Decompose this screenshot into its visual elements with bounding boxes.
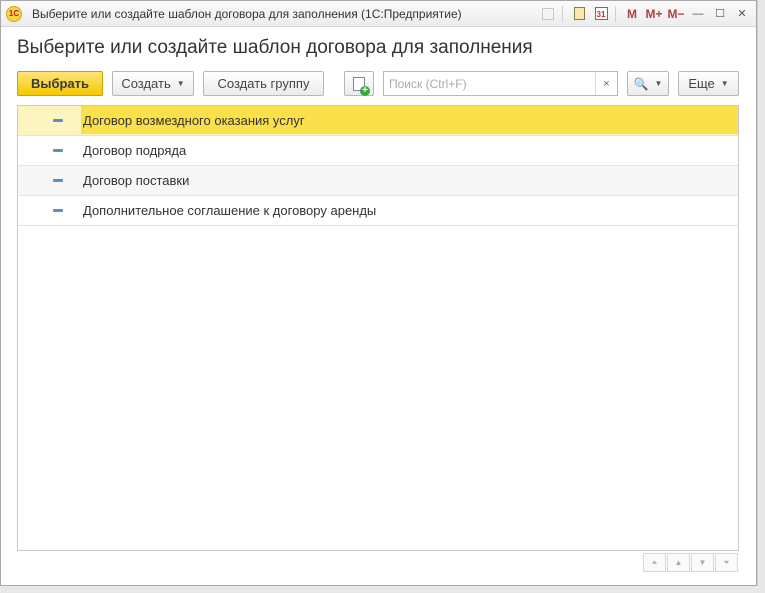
create-group-button[interactable]: Создать группу [203,71,324,96]
home-icon[interactable] [538,4,558,24]
list-navigation: ⏶ ▲ ▼ ⏷ [642,553,738,573]
list-item[interactable]: Договор подряда [18,136,738,166]
dialog-window: 1С Выберите или создайте шаблон договора… [0,0,757,586]
memory-m-icon[interactable]: M [622,4,642,24]
item-marker-icon [53,119,63,122]
more-button[interactable]: Еще ▼ [678,71,739,96]
search-options-button[interactable]: 🔍 ▼ [627,71,669,96]
close-icon[interactable]: ✕ [732,4,752,24]
list-item-label: Дополнительное соглашение к договору аре… [83,202,377,218]
background-bottom-edge [0,586,765,593]
item-marker-icon [53,209,63,212]
create-button-label: Создать [121,76,171,91]
scroll-to-last-icon[interactable]: ⏷ [715,553,738,572]
chevron-down-icon: ▼ [176,79,185,88]
item-marker-icon [53,179,63,182]
scroll-down-icon[interactable]: ▼ [691,553,714,572]
list-item[interactable]: Договор возмездного оказания услуг [18,106,738,136]
more-button-label: Еще [688,76,715,91]
list-item[interactable]: Дополнительное соглашение к договору аре… [18,196,738,226]
chevron-down-icon: ▼ [654,79,663,88]
background-window-edge [757,0,765,593]
minimize-icon[interactable]: — [688,4,708,24]
title-bar[interactable]: 1С Выберите или создайте шаблон договора… [1,1,756,27]
calendar-icon[interactable]: 31 [591,4,611,24]
memory-minus-icon[interactable]: M− [666,4,686,24]
list-item[interactable]: Договор поставки [18,166,738,196]
scroll-up-icon[interactable]: ▲ [667,553,690,572]
templates-list: Договор возмездного оказания услуг Догов… [17,105,739,551]
search-field: × [383,71,618,96]
memory-plus-icon[interactable]: M+ [644,4,664,24]
maximize-icon[interactable]: ☐ [710,4,730,24]
toolbar-divider [562,5,563,22]
list-item-label: Договор возмездного оказания услуг [81,106,738,134]
select-button[interactable]: Выбрать [17,71,103,96]
document-add-icon [353,76,370,96]
window-title: Выберите или создайте шаблон договора дл… [32,6,462,21]
command-bar: Выбрать Создать ▼ Создать группу × 🔍 ▼ Е… [17,71,739,97]
scroll-to-first-icon[interactable]: ⏶ [643,553,666,572]
chevron-down-icon: ▼ [720,79,729,88]
item-marker-icon [53,149,63,152]
add-by-copy-button[interactable] [344,71,374,96]
clear-search-icon[interactable]: × [595,72,617,95]
create-group-button-label: Создать группу [217,76,310,91]
toolbar-divider [615,5,616,22]
title-bar-tools: 31 M M+ M− — ☐ ✕ [536,3,752,24]
create-button[interactable]: Создать ▼ [112,71,194,96]
list-item-label: Договор поставки [83,172,190,188]
select-button-label: Выбрать [30,76,90,91]
calculator-icon[interactable] [569,4,589,24]
list-item-label: Договор подряда [83,142,187,158]
app-logo-icon: 1С [6,5,22,22]
page-title: Выберите или создайте шаблон договора дл… [17,37,533,58]
search-icon: 🔍 [633,76,649,91]
search-input[interactable] [384,72,604,95]
